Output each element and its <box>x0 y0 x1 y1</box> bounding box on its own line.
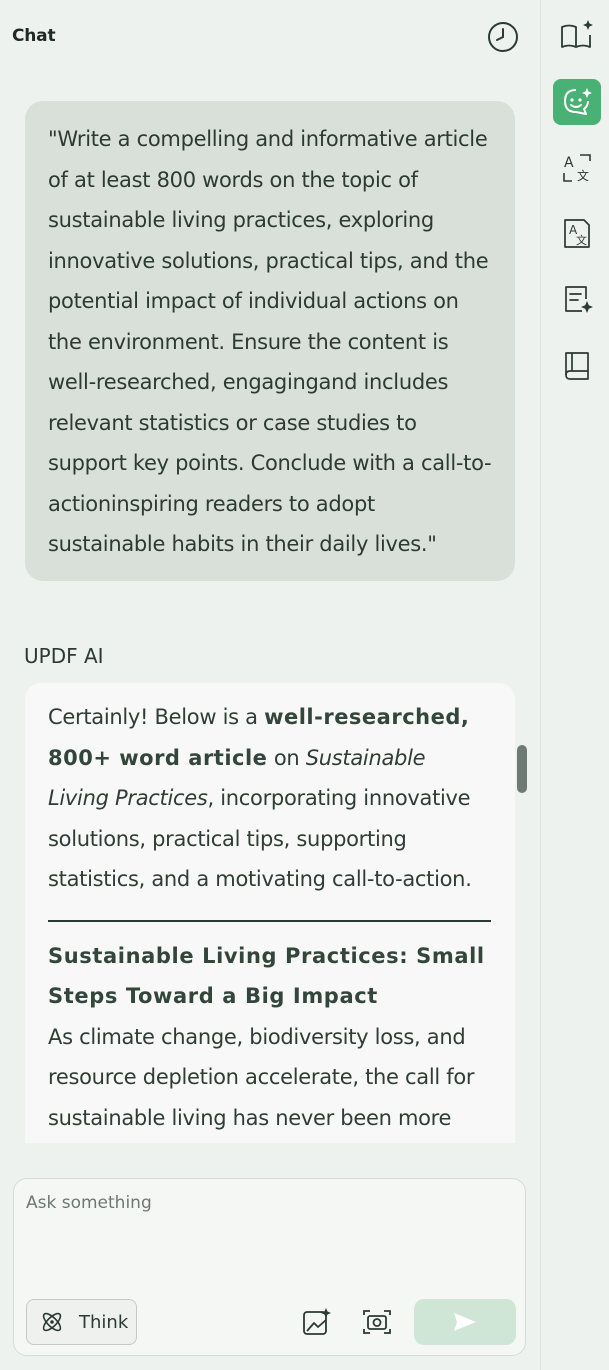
rail-item-summary[interactable] <box>553 277 601 323</box>
user-message-bubble: "Write a compelling and informative arti… <box>25 101 515 581</box>
book-sparkle-icon <box>561 20 593 48</box>
page-title: Chat <box>12 26 56 46</box>
rail-item-chat[interactable] <box>553 79 601 125</box>
chat-input-box: Think <box>13 1178 526 1356</box>
rail-item-reader[interactable] <box>553 12 601 58</box>
ai-sender-label: UPDF AI <box>24 644 104 668</box>
ai-message-bubble: Certainly! Below is a well-researched, 8… <box>25 683 515 1143</box>
summary-sparkle-icon <box>565 286 593 313</box>
article-body: As climate change, biodiversity loss, an… <box>48 1024 475 1130</box>
rail-item-library[interactable] <box>553 343 601 389</box>
ai-intro-prefix: Certainly! Below is a <box>48 705 265 729</box>
send-button[interactable] <box>414 1299 516 1345</box>
think-button[interactable]: Think <box>26 1299 137 1345</box>
svg-text:A: A <box>564 155 574 171</box>
send-icon <box>454 1313 476 1331</box>
screenshot-button[interactable] <box>360 1305 394 1339</box>
think-label: Think <box>79 1311 129 1333</box>
chat-panel: Chat "Write a compelling and informative… <box>0 0 540 1370</box>
clock-icon <box>488 22 518 52</box>
side-rail <box>540 0 609 1370</box>
ai-intro-paragraph: Certainly! Below is a well-researched, 8… <box>48 697 491 900</box>
atom-icon <box>42 1312 62 1332</box>
image-upload-button[interactable] <box>300 1305 334 1339</box>
rail-item-translate[interactable]: A 文 <box>553 145 601 191</box>
user-message-text: "Write a compelling and informative arti… <box>48 127 492 556</box>
rail-item-translate-doc[interactable]: A 文 <box>553 211 601 257</box>
ai-intro-mid: on <box>267 745 306 770</box>
translate-box-icon: A 文 <box>564 219 590 248</box>
book-icon <box>565 352 589 380</box>
divider <box>48 919 491 922</box>
image-sparkle-icon <box>303 1308 331 1335</box>
scrollbar-thumb[interactable] <box>517 745 527 793</box>
svg-text:文: 文 <box>576 233 587 247</box>
camera-icon <box>363 1310 391 1334</box>
history-button[interactable] <box>486 20 520 54</box>
translate-icon: A 文 <box>563 154 591 183</box>
svg-text:文: 文 <box>577 168 589 183</box>
article-heading: Sustainable Living Practices: Small Step… <box>48 943 485 1009</box>
chat-bot-icon <box>564 88 592 115</box>
chat-input[interactable] <box>26 1193 506 1273</box>
